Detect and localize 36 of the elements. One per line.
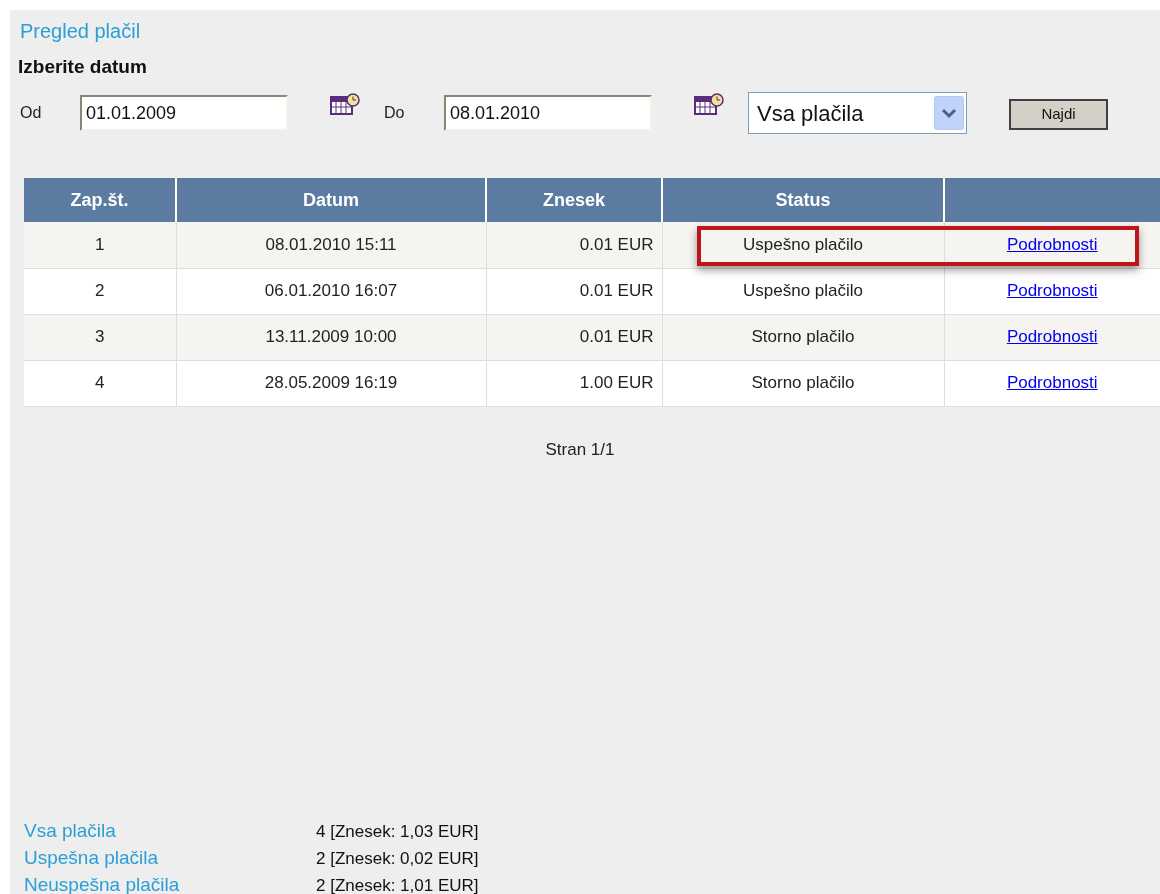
- table-cell: 08.01.2010 15:11: [265, 235, 397, 254]
- chevron-down-icon: [934, 96, 964, 130]
- details-link[interactable]: Podrobnosti: [1006, 327, 1098, 347]
- payment-filter-dropdown[interactable]: Vsa plačila: [748, 92, 967, 134]
- table-cell: Uspešno plačilo: [743, 235, 863, 254]
- table-cell: 1.00 EUR: [579, 373, 654, 393]
- summary-label: Vsa plačila: [24, 819, 117, 844]
- table-cell: 28.05.2009 16:19: [264, 373, 398, 393]
- table-cell: 06.01.2010 16:07: [264, 281, 398, 301]
- details-link[interactable]: Podrobnosti: [1006, 235, 1098, 254]
- from-label: Od: [20, 103, 43, 123]
- table-cell: 3: [95, 327, 105, 347]
- summary-value: 4 [Znesek: 1,03 EUR]: [316, 820, 479, 843]
- table-cell: 4: [95, 373, 105, 393]
- table-cell: Uspešno plačilo: [743, 281, 863, 301]
- table-cell: 2: [95, 281, 105, 301]
- table-cell: 13.11.2009 10:00: [265, 327, 397, 347]
- to-date-field[interactable]: 08.01.2010: [444, 95, 652, 131]
- to-label: Do: [384, 103, 406, 123]
- details-link[interactable]: Podrobnosti: [1006, 281, 1098, 301]
- table-cell: Storno plačilo: [751, 373, 855, 393]
- table-cell: 1: [95, 235, 105, 254]
- summary-label: Uspešna plačila: [24, 846, 160, 871]
- search-button[interactable]: Najdi: [1009, 98, 1108, 130]
- table-cell: 0.01 EUR: [579, 235, 654, 254]
- table-cell: Storno plačilo: [751, 327, 855, 347]
- table-cell: 0.01 EUR: [579, 327, 654, 347]
- page-title: Pregled plačil: [19, 19, 142, 44]
- summary-value: 2 [Znesek: 0,02 EUR]: [316, 847, 479, 870]
- details-link[interactable]: Podrobnosti: [1006, 373, 1098, 393]
- summary-value: 2 [Znesek: 1,01 EUR]: [316, 874, 479, 894]
- table-cell: 0.01 EUR: [579, 281, 654, 301]
- page-indicator: Stran 1/1: [544, 438, 616, 461]
- from-date-field[interactable]: 01.01.2009: [80, 95, 288, 131]
- dropdown-value: Vsa plačila: [757, 99, 864, 128]
- section-heading: Izberite datum: [17, 55, 148, 79]
